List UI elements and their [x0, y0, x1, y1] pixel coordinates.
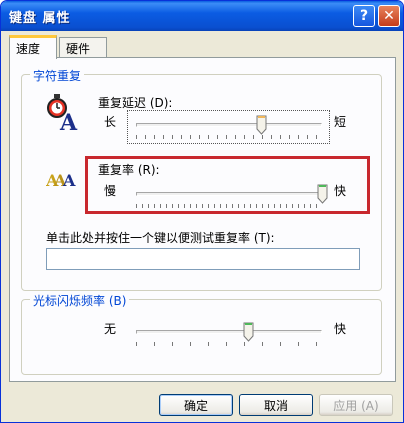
slider-ticks	[136, 204, 322, 208]
test-repeat-label: 单击此处并按住一个键以便测试重复率 (T):	[46, 231, 275, 245]
slider-thumb[interactable]	[256, 115, 267, 135]
tab-speed[interactable]: 速度	[9, 35, 57, 59]
close-icon: ✕	[383, 8, 395, 24]
cursor-blink-slider[interactable]	[136, 320, 322, 350]
repeat-rate-slow-label: 慢	[104, 184, 117, 198]
repeat-rate-slider[interactable]	[136, 182, 328, 212]
svg-text:A: A	[59, 110, 78, 132]
apply-button[interactable]: 应用 (A)	[319, 394, 393, 416]
help-button[interactable]: ?	[353, 5, 375, 27]
test-repeat-input[interactable]	[46, 248, 360, 270]
cursor-blink-group-label: 光标闪烁频率 (B)	[30, 292, 130, 309]
cursor-blink-none-label: 无	[104, 322, 117, 336]
cancel-button[interactable]: 取消	[239, 394, 313, 416]
repeat-rate-fast-label: 快	[334, 184, 347, 198]
slider-track	[136, 192, 322, 196]
repeat-delay-short-label: 短	[334, 115, 347, 129]
help-icon: ?	[359, 8, 369, 24]
keyboard-properties-window: 键盘 属性 ? ✕ 速度 硬件 字符重复 A 重复延迟 (D): 长 短 A A…	[0, 0, 404, 423]
slider-thumb[interactable]	[317, 184, 328, 204]
svg-text:A: A	[62, 171, 76, 190]
slider-ticks	[136, 342, 322, 346]
slider-track	[136, 330, 322, 334]
repeat-delay-label: 重复延迟 (D):	[98, 96, 173, 110]
close-button[interactable]: ✕	[378, 5, 400, 27]
window-title: 键盘 属性	[9, 11, 71, 26]
repeat-rate-label: 重复率 (R):	[98, 163, 160, 177]
tab-hardware[interactable]: 硬件	[59, 37, 107, 58]
title-bar[interactable]: 键盘 属性 ? ✕	[1, 1, 403, 31]
stopwatch-a-icon: A	[47, 94, 78, 132]
cursor-blink-fast-label: 快	[334, 322, 347, 336]
tab-panel-speed: 字符重复 A 重复延迟 (D): 长 短 A A A 重复率 (R): 慢 快	[9, 57, 396, 382]
repeat-delay-slider[interactable]	[136, 113, 322, 143]
slider-track	[136, 123, 322, 127]
ok-button[interactable]: 确定	[159, 394, 233, 416]
repeat-delay-long-label: 长	[104, 115, 117, 129]
multiple-a-icon: A A A	[46, 171, 76, 190]
char-repeat-group-label: 字符重复	[30, 67, 85, 84]
slider-ticks	[136, 135, 322, 139]
slider-thumb[interactable]	[243, 322, 254, 342]
